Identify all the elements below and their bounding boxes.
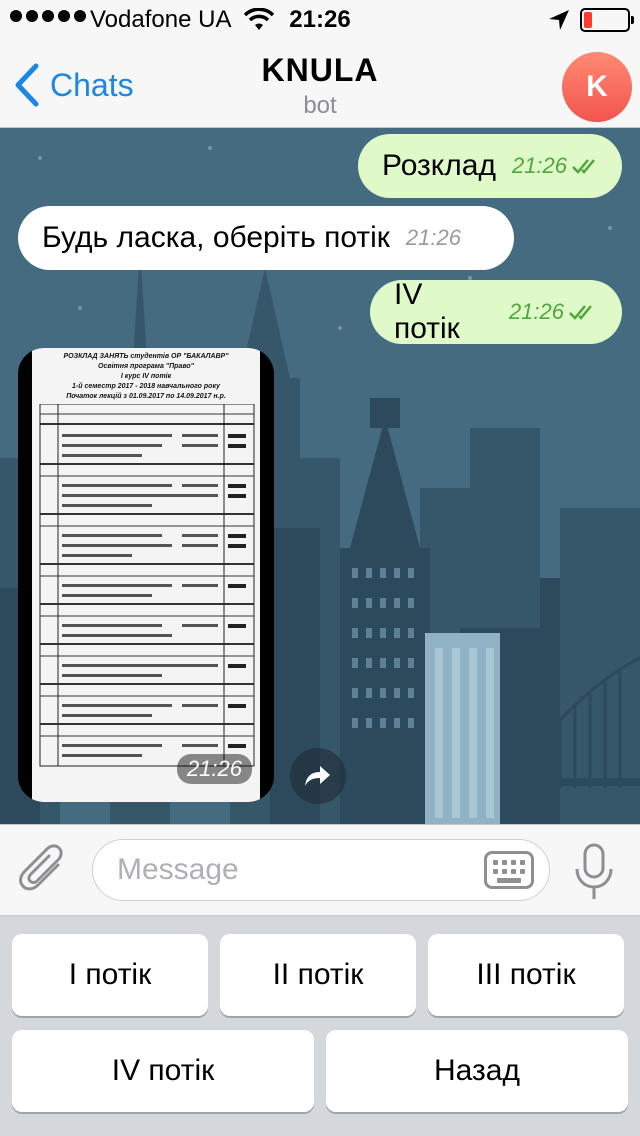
microphone-icon[interactable] bbox=[572, 843, 616, 901]
message-meta: 21:26 bbox=[512, 153, 601, 179]
share-button[interactable] bbox=[290, 748, 346, 804]
incoming-message[interactable]: Будь ласка, оберіть потік 21:26 bbox=[18, 206, 514, 270]
schedule-document-image: РОЗКЛАД ЗАНЯТЬ студентів ОР "БАКАЛАВР" О… bbox=[32, 348, 260, 802]
keyboard-button-stream-4[interactable]: IV потік bbox=[12, 1030, 314, 1112]
double-check-icon bbox=[569, 305, 592, 320]
doc-title-line: РОЗКЛАД ЗАНЯТЬ студентів ОР "БАКАЛАВР" bbox=[63, 353, 229, 360]
keyboard-button-back[interactable]: Назад bbox=[326, 1030, 628, 1112]
keyboard-button-stream-2[interactable]: II потік bbox=[220, 934, 416, 1016]
keyboard-button-stream-3[interactable]: III потік bbox=[428, 934, 624, 1016]
outgoing-message[interactable]: IV потік 21:26 bbox=[370, 278, 622, 345]
avatar[interactable]: K bbox=[562, 52, 632, 122]
share-arrow-icon bbox=[305, 766, 330, 786]
message-text: Будь ласка, оберіть потік bbox=[42, 221, 390, 254]
doc-title-line: 1-й семестр 2017 - 2018 навчального року bbox=[72, 383, 220, 390]
message-text: Розклад bbox=[382, 149, 496, 182]
location-arrow-icon bbox=[549, 10, 569, 30]
keyboard-button-stream-1[interactable]: I потік bbox=[12, 934, 208, 1016]
outgoing-message[interactable]: Розклад 21:26 bbox=[358, 134, 622, 198]
double-check-icon bbox=[572, 159, 595, 174]
doc-title-line: Освітня програма "Право" bbox=[98, 363, 194, 370]
schedule-table-graphic bbox=[39, 404, 255, 767]
input-bar bbox=[0, 824, 640, 916]
chat-subtitle: bot bbox=[303, 92, 337, 119]
photo-time: 21:26 bbox=[176, 754, 252, 784]
keyboard-toggle-icon[interactable] bbox=[484, 851, 534, 889]
chat-area[interactable]: Розклад 21:26 Будь ласка, оберіть потік … bbox=[0, 128, 640, 824]
bot-keyboard: I потік II потік III потік IV потік Наза… bbox=[0, 916, 640, 1136]
doc-title-line: I курс IV потік bbox=[120, 373, 172, 380]
status-time: 21:26 bbox=[289, 6, 351, 33]
message-time: 21:26 bbox=[508, 299, 564, 324]
message-time: 21:26 bbox=[405, 225, 461, 250]
message-meta: 21:26 bbox=[406, 225, 461, 251]
nav-bar: Chats KNULA bot K bbox=[0, 40, 640, 128]
battery-icon bbox=[580, 8, 634, 32]
message-time: 21:26 bbox=[511, 153, 568, 178]
message-meta: 21:26 bbox=[509, 299, 598, 325]
message-input[interactable] bbox=[92, 839, 550, 901]
paperclip-icon[interactable] bbox=[18, 843, 70, 899]
message-text: IV потік bbox=[394, 278, 460, 345]
photo-message[interactable]: РОЗКЛАД ЗАНЯТЬ студентів ОР "БАКАЛАВР" О… bbox=[18, 348, 274, 802]
chat-title[interactable]: KNULA bbox=[0, 52, 640, 89]
doc-title-line: Початок лекцій з 01.09.2017 по 14.09.201… bbox=[66, 393, 226, 400]
status-bar: Vodafone UA 21:26 bbox=[0, 0, 640, 40]
